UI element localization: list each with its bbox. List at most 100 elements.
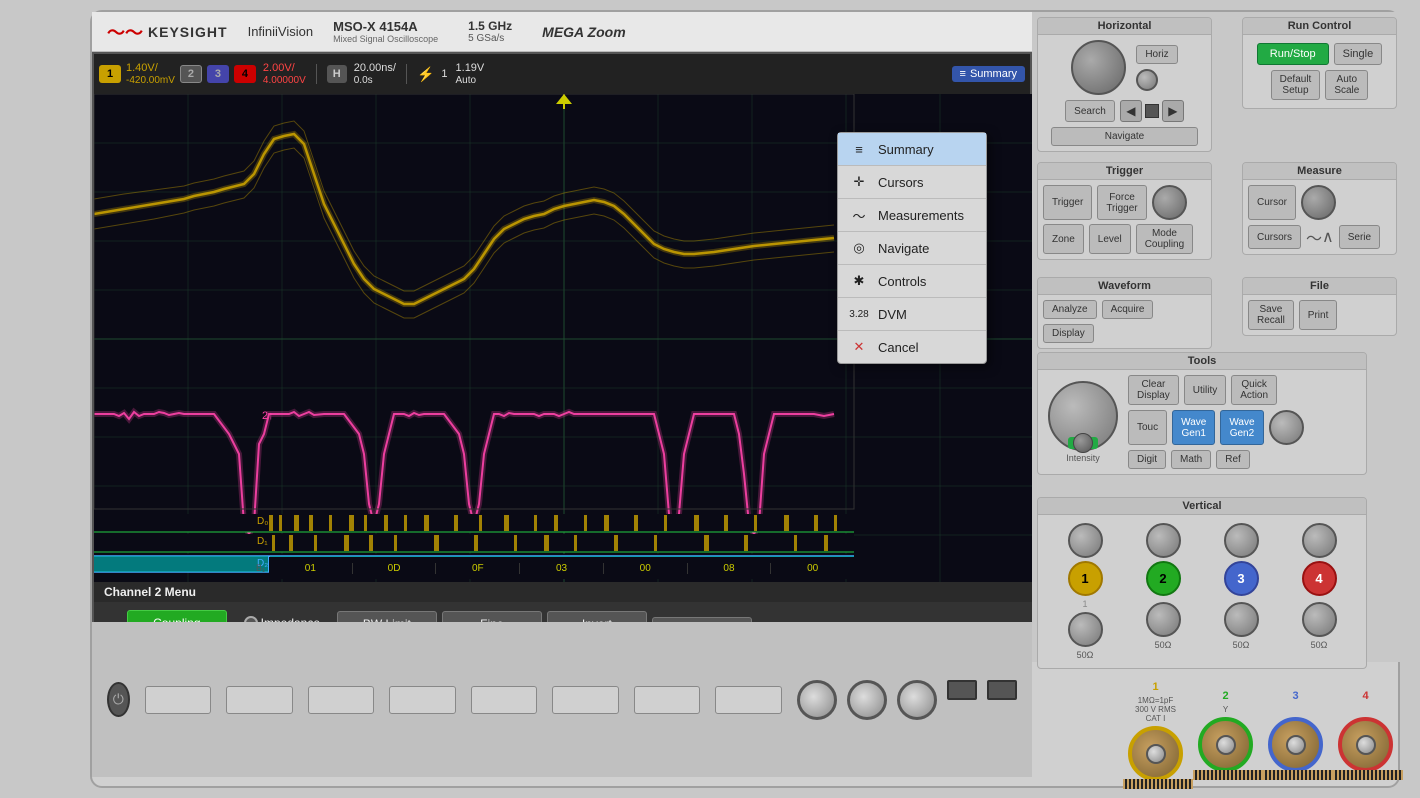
ch3-scale-knob[interactable] [1224,523,1259,558]
cursors-menu-icon: ✛ [850,173,868,191]
zoom-knob[interactable] [1136,69,1158,91]
auto-scale-button[interactable]: AutoScale [1325,70,1368,100]
ch4-badge[interactable]: 4 [234,65,256,83]
force-trigger-button[interactable]: ForceTrigger [1097,185,1146,220]
ch3-pos-knob[interactable] [1224,602,1259,637]
dropdown-item-cancel[interactable]: ✕ Cancel [838,331,986,363]
ch1-badge[interactable]: 1 [99,65,121,83]
ch1-channel-btn[interactable]: 1 [1068,561,1103,596]
softkey-7[interactable] [634,686,701,714]
utility-button[interactable]: Utility [1184,375,1226,405]
serie-button[interactable]: Serie [1339,225,1380,249]
dropdown-item-dvm[interactable]: 3.28 DVM [838,298,986,331]
analyze-button[interactable]: Analyze [1043,300,1097,319]
ch4-pos-knob[interactable] [1302,602,1337,637]
ch4-scale: 2.00V/ [263,62,306,74]
ch1-bnc-center [1146,744,1166,764]
model-number-group: MSO-X 4154A Mixed Signal Oscilloscope [333,19,438,44]
softkey-2[interactable] [226,686,293,714]
ch2-badge[interactable]: 2 [180,65,202,83]
dropdown-item-summary[interactable]: ≡ Summary [838,133,986,166]
dropdown-controls-label: Controls [878,274,926,289]
dropdown-item-controls[interactable]: ✱ Controls [838,265,986,298]
ch4-scale-knob[interactable] [1302,523,1337,558]
digit-button[interactable]: Digit [1128,450,1166,469]
dropdown-item-navigate[interactable]: ◎ Navigate [838,232,986,265]
power-button[interactable]: ⏻ [107,682,130,717]
bus-byte-3: 0F [436,563,520,574]
h-badge[interactable]: H [327,65,347,83]
ch3-badge[interactable]: 3 [207,65,229,83]
intensity-inner-btn[interactable] [1068,437,1098,449]
softkey-6[interactable] [552,686,619,714]
dropdown-cancel-label: Cancel [878,340,918,355]
touch-button[interactable]: Touc [1128,410,1167,445]
trigger-button[interactable]: Trigger [1043,185,1092,220]
navigate-button[interactable]: Navigate [1051,127,1198,146]
softkey-4[interactable] [389,686,456,714]
trig-num: 1 [441,68,447,80]
nav-stop-btn[interactable] [1145,104,1159,118]
ch2-bnc[interactable] [1198,717,1253,772]
nav-right-btn[interactable]: ▶ [1162,100,1184,122]
wave-gen1-button[interactable]: WaveGen1 [1172,410,1215,445]
ch4-bnc-center [1356,735,1376,755]
ch3-bnc[interactable] [1268,717,1323,772]
level-button[interactable]: Level [1089,224,1131,254]
softkey-5[interactable] [471,686,538,714]
horiz-button[interactable]: Horiz [1136,45,1177,64]
wave-shape-icon: 〜 [1306,225,1322,249]
ch1-bnc[interactable] [1128,726,1183,781]
cursor-button[interactable]: Cursor [1248,185,1296,220]
search-button[interactable]: Search [1065,100,1115,122]
summary-button[interactable]: ≡ Summary [952,66,1025,82]
ref-button[interactable]: Ref [1216,450,1250,469]
intensity-inner-knob[interactable] [1073,433,1093,453]
bus-byte-2: 0D [353,563,437,574]
run-control-title: Run Control [1243,18,1396,35]
zone-button[interactable]: Zone [1043,224,1084,254]
ch2-bnc-wrap [1198,717,1253,772]
tools-section: Tools Intensity ClearDisplay Utility [1037,352,1367,475]
single-button[interactable]: Single [1334,43,1383,65]
softkey-8[interactable] [715,686,782,714]
trigger-row2: Zone Level ModeCoupling [1043,224,1206,254]
run-stop-button[interactable]: Run/Stop [1257,43,1329,65]
math-button[interactable]: Math [1171,450,1211,469]
display-button[interactable]: Display [1043,324,1094,343]
softkey-3[interactable] [308,686,375,714]
save-recall-button[interactable]: SaveRecall [1248,300,1294,330]
freq: 1.5 GHz [468,19,512,33]
print-button[interactable]: Print [1299,300,1338,330]
right-panel: Horizontal Horiz Search ◀ [1032,12,1402,662]
default-setup-button[interactable]: DefaultSetup [1271,70,1321,100]
trig-mode: Auto [456,75,485,86]
dropdown-menu: ≡ Summary ✛ Cursors 〜 Measurements ◎ Nav… [837,132,987,364]
ch4-bnc[interactable] [1338,717,1393,772]
channel-menu-label-bar: Channel 2 Menu [94,582,1034,602]
ch2-pos-knob[interactable] [1146,602,1181,637]
measure-knob[interactable] [1301,185,1336,220]
quick-action-button[interactable]: QuickAction [1231,375,1277,405]
ch3-pins [1263,770,1333,780]
tools-knob[interactable] [1269,410,1304,445]
ch3-channel-btn[interactable]: 3 [1224,561,1259,596]
dropdown-item-cursors[interactable]: ✛ Cursors [838,166,986,199]
nav-left-btn[interactable]: ◀ [1120,100,1142,122]
softkey-1[interactable] [145,686,212,714]
trigger-knob[interactable] [1152,185,1187,220]
dropdown-item-measurements[interactable]: 〜 Measurements [838,199,986,232]
trig-level: 1.19V [456,62,485,74]
clear-display-button[interactable]: ClearDisplay [1128,375,1179,405]
wave-gen2-button[interactable]: WaveGen2 [1220,410,1263,445]
acquire-button[interactable]: Acquire [1102,300,1154,319]
tools-row1: ClearDisplay Utility QuickAction [1128,375,1304,405]
cursors-button[interactable]: Cursors [1248,225,1301,249]
ch2-scale-knob[interactable] [1146,523,1181,558]
ch1-scale-knob[interactable] [1068,523,1103,558]
horiz-main-knob[interactable] [1071,40,1126,95]
mode-coupling-button[interactable]: ModeCoupling [1136,224,1193,254]
ch1-pos-knob[interactable] [1068,612,1103,647]
ch2-channel-btn[interactable]: 2 [1146,561,1181,596]
ch4-channel-btn[interactable]: 4 [1302,561,1337,596]
